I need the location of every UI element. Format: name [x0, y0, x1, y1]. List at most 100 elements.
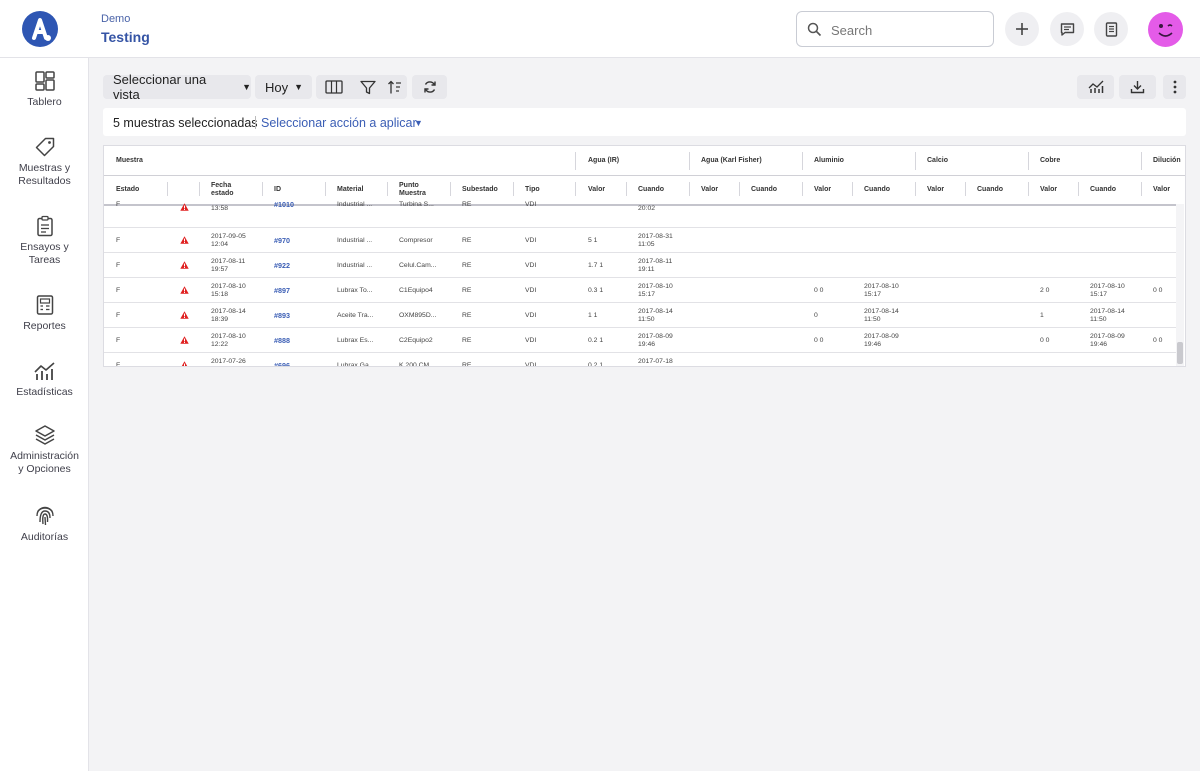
scrollbar-thumb[interactable] [1177, 342, 1183, 364]
warning-icon [180, 236, 189, 244]
table-cell-estado: F [116, 337, 121, 344]
chart-view-button[interactable] [1077, 75, 1114, 99]
dashboard-icon [34, 71, 55, 91]
column-header-valor[interactable]: Valor [814, 186, 831, 194]
column-header-valor[interactable]: Valor [701, 186, 718, 194]
group-header-muestra: Muestra [116, 157, 143, 164]
divider [255, 116, 256, 129]
search-box[interactable] [796, 11, 994, 47]
refresh-button[interactable] [412, 75, 447, 99]
table-cell-tipo: VDI [525, 337, 537, 344]
date-select[interactable]: Hoy ▼ [255, 75, 312, 99]
column-header-material[interactable]: Material [337, 186, 363, 194]
table-cell-ir-cuando: 2017-07-18 13:19 [638, 358, 673, 365]
app-logo[interactable] [22, 11, 58, 47]
warning-icon [180, 286, 189, 294]
more-options-button[interactable] [1163, 75, 1186, 99]
column-header-cuando[interactable]: Cuando [864, 186, 890, 194]
sidebar-item-estadisticas[interactable]: Estadísticas [0, 360, 89, 399]
column-header-cuando[interactable]: Cuando [638, 186, 664, 194]
column-header-cuando[interactable]: Cuando [977, 186, 1003, 194]
column-header-valor[interactable]: Valor [927, 186, 944, 194]
user-avatar[interactable] [1148, 12, 1183, 47]
divider [965, 182, 966, 196]
column-header-tipo[interactable]: Tipo [525, 186, 540, 194]
divider [739, 182, 740, 196]
search-input[interactable] [831, 20, 981, 40]
columns-button[interactable] [320, 75, 348, 99]
table-row[interactable]: F 2017-08-11 19:57 #922 Industrial ... Celul… [104, 253, 1176, 278]
filter-button[interactable] [354, 75, 382, 99]
view-select[interactable]: Seleccionar una vista ▼ [103, 72, 251, 102]
table-row[interactable]: F 2017-08-14 18:39 #893 Aceite Tra... OXM895… [104, 303, 1176, 328]
table-cell-id[interactable]: #897 [274, 287, 290, 295]
sidebar-item-label: Auditorías [20, 531, 69, 543]
selection-bar: 5 muestras seleccionadas Seleccionar acc… [103, 108, 1186, 136]
chevron-down-icon: ▼ [242, 82, 251, 92]
table-cell-punto: OXM895D... [399, 312, 437, 319]
table-cell-punto: Compresor [399, 237, 433, 244]
filter-icon [360, 80, 376, 94]
table-cell-ir-valor: 5 1 [588, 237, 598, 244]
download-button[interactable] [1119, 75, 1156, 99]
sidebar-item-auditorias[interactable]: Auditorías [0, 503, 89, 544]
sort-button[interactable] [381, 75, 409, 99]
column-header-valor[interactable]: Valor [1153, 186, 1170, 194]
plus-icon [1016, 23, 1028, 35]
table-row[interactable]: F 13:58 #1010 Industrial ... Turbina S... RE V… [104, 201, 1176, 228]
messages-button[interactable] [1050, 12, 1084, 46]
table-cell-cu-valor: 0 0 [1040, 337, 1050, 344]
divider [689, 152, 690, 170]
chart-icon [1088, 80, 1103, 93]
table-cell-punto: C1Equipo4 [399, 287, 433, 294]
sidebar-item-muestras[interactable]: Muestras y Resultados [0, 136, 89, 188]
table-cell-ir-cuando: 2017-08-10 15:17 [638, 283, 673, 298]
sidebar: Tablero Muestras y Resultados Ensayos y … [0, 58, 89, 771]
column-header-cuando[interactable]: Cuando [751, 186, 777, 194]
project-name[interactable]: Testing [101, 29, 150, 45]
table-cell-id[interactable]: #1010 [274, 201, 294, 209]
column-header-cuando[interactable]: Cuando [1090, 186, 1116, 194]
column-header-subestado[interactable]: Subestado [462, 186, 498, 194]
table-row[interactable]: F 2017-08-10 15:18 #897 Lubrax To... C1Equip… [104, 278, 1176, 303]
table-cell-material: Lubrax Ga... [337, 362, 375, 367]
bulk-action-select[interactable]: Seleccionar acción a aplicar [261, 116, 417, 130]
table-cell-id[interactable]: #970 [274, 237, 290, 245]
table-cell-fecha: 13:58 [211, 205, 229, 212]
table-row[interactable]: F 2017-09-05 12:04 #970 Industrial ... Compr… [104, 228, 1176, 253]
table-row[interactable]: F 2017-07-26 17:55 #696 Lubrax Ga... K 200 C… [104, 353, 1176, 367]
table-cell-id[interactable]: #888 [274, 337, 290, 345]
add-button[interactable] [1005, 12, 1039, 46]
table-cell-id[interactable]: #922 [274, 262, 290, 270]
column-header-id[interactable]: ID [274, 186, 281, 194]
table-cell-subestado: RE [462, 201, 472, 208]
group-header-dilucion: Dilución [1153, 157, 1181, 164]
column-header-fecha-estado[interactable]: Fecha estado [211, 182, 251, 198]
report-icon [36, 295, 53, 315]
sidebar-item-label: Tablero [27, 96, 62, 108]
sidebar-item-reportes[interactable]: Reportes [0, 294, 89, 333]
divider [167, 182, 168, 196]
sidebar-item-ensayos[interactable]: Ensayos y Tareas [0, 215, 89, 267]
table-cell-id[interactable]: #696 [274, 362, 290, 367]
date-select-label: Hoy [265, 79, 289, 95]
table-row[interactable]: F 2017-08-10 12:22 #888 Lubrax Es... C2Equip… [104, 328, 1176, 353]
column-header-punto-muestra[interactable]: Punto Muestra [399, 182, 439, 198]
divider [802, 152, 803, 170]
refresh-icon [423, 81, 436, 93]
table-cell-fecha: 2017-08-11 19:57 [211, 258, 246, 273]
sidebar-item-tablero[interactable]: Tablero [0, 70, 89, 109]
table-cell-id[interactable]: #893 [274, 312, 290, 320]
column-header-valor[interactable]: Valor [588, 186, 605, 194]
sidebar-item-label: Estadísticas [16, 386, 73, 398]
table-cell-ir-cuando: 2017-08-11 19:11 [638, 258, 673, 273]
column-header-estado[interactable]: Estado [116, 186, 139, 194]
caret-down-icon[interactable]: ▼ [414, 118, 423, 128]
divider [626, 182, 627, 196]
organization-name[interactable]: Demo [101, 13, 130, 25]
table-cell-punto: Turbina S... [399, 201, 434, 208]
sidebar-item-label: Muestras y Resultados [18, 162, 71, 187]
column-header-valor[interactable]: Valor [1040, 186, 1057, 194]
sidebar-item-administracion[interactable]: Administración y Opciones [0, 424, 89, 476]
reports-button[interactable] [1094, 12, 1128, 46]
